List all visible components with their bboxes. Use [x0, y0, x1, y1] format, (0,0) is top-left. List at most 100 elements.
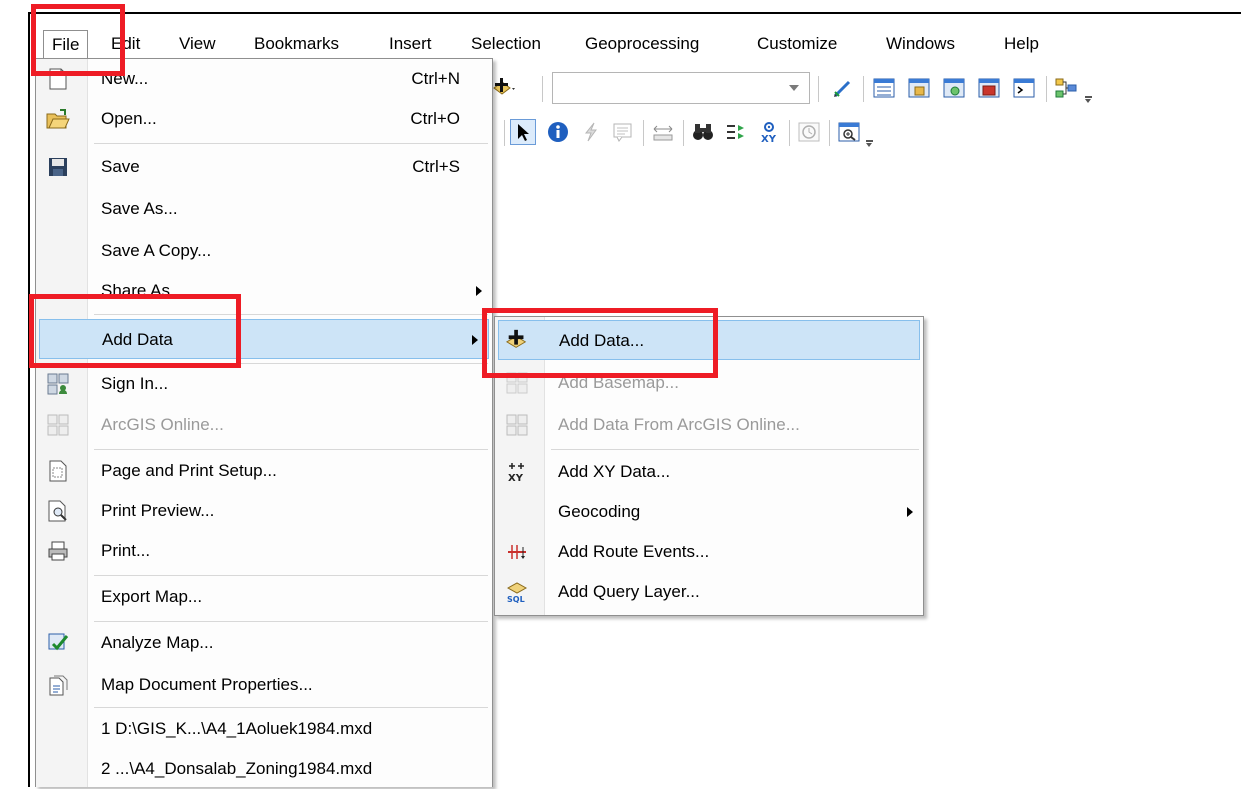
modelbuilder-icon[interactable]	[1053, 75, 1079, 101]
tools-toolbar: XY	[490, 114, 1241, 152]
toolbar-separator	[683, 120, 684, 146]
submenu-arrow-icon	[907, 507, 913, 517]
scale-combobox[interactable]	[552, 72, 810, 104]
menu-separator	[94, 575, 488, 576]
recent-file-1[interactable]: 1 D:\GIS_K...\A4_1Aoluek1984.mxd	[36, 709, 492, 749]
sql-query-icon: SQL	[505, 580, 529, 604]
chevron-down-icon[interactable]	[789, 85, 799, 91]
menu-separator	[551, 449, 919, 450]
menu-help[interactable]: Help	[996, 30, 1047, 58]
toolbar-separator	[542, 76, 543, 102]
select-elements-icon[interactable]	[510, 119, 536, 145]
menu-item-save-a-copy[interactable]: Save A Copy...	[36, 231, 492, 271]
file-menu: New... Ctrl+N Open... Ctrl+O Save Ctrl+S…	[35, 58, 493, 787]
table-of-contents-icon[interactable]	[871, 75, 897, 101]
submenu-item-add-query-layer[interactable]: SQL Add Query Layer...	[495, 572, 923, 612]
menu-item-print-preview[interactable]: Print Preview...	[36, 491, 492, 531]
page-setup-icon	[46, 459, 70, 483]
menu-item-sign-in[interactable]: Sign In...	[36, 364, 492, 404]
menu-item-label: Add Query Layer...	[558, 582, 700, 601]
print-preview-icon	[46, 499, 70, 523]
menu-item-label: Export Map...	[101, 587, 203, 606]
menu-selection[interactable]: Selection	[463, 30, 549, 58]
window-left-edge	[28, 12, 30, 787]
callout-add-data	[29, 294, 241, 368]
time-slider-icon[interactable]	[796, 119, 822, 145]
open-folder-icon	[46, 107, 70, 131]
search-window-icon[interactable]	[941, 75, 967, 101]
menu-item-map-document-properties[interactable]: Map Document Properties...	[36, 665, 492, 705]
submenu-item-geocoding[interactable]: Geocoding	[495, 492, 923, 532]
printer-icon	[46, 539, 70, 563]
arcgis-online-icon	[46, 413, 70, 437]
toolbar-separator	[818, 76, 819, 102]
html-popup-icon[interactable]	[610, 119, 636, 145]
menu-item-label: 2 ...\A4_Donsalab_Zoning1984.mxd	[101, 759, 373, 778]
menu-item-page-and-print-setup[interactable]: Page and Print Setup...	[36, 451, 492, 491]
find-binoculars-icon[interactable]	[690, 119, 716, 145]
menu-item-label: Save	[101, 157, 140, 176]
measure-icon[interactable]	[650, 119, 676, 145]
menu-item-label: Save As...	[101, 199, 178, 218]
toolbar-separator	[863, 76, 864, 102]
route-events-icon	[505, 540, 529, 564]
menu-item-arcgis-online[interactable]: ArcGIS Online...	[36, 405, 492, 445]
document-properties-icon	[46, 673, 70, 697]
toolbar-overflow-icon[interactable]	[1084, 96, 1093, 104]
menu-item-label: Sign In...	[101, 374, 169, 393]
menu-item-open[interactable]: Open... Ctrl+O	[36, 99, 492, 139]
menu-windows[interactable]: Windows	[878, 30, 963, 58]
callout-file-menu	[31, 4, 125, 76]
menu-item-analyze-map[interactable]: Analyze Map...	[36, 623, 492, 663]
toolbar-area: XY	[490, 70, 1241, 160]
add-data-dropdown-icon[interactable]	[492, 75, 518, 101]
find-route-icon[interactable]	[723, 119, 749, 145]
menu-item-export-map[interactable]: Export Map...	[36, 577, 492, 617]
menu-item-label: 1 D:\GIS_K...\A4_1Aoluek1984.mxd	[101, 719, 373, 738]
go-to-xy-icon[interactable]: XY	[756, 119, 782, 145]
menu-item-label: Analyze Map...	[101, 633, 214, 652]
analyze-map-icon	[46, 631, 70, 655]
recent-file-2[interactable]: 2 ...\A4_Donsalab_Zoning1984.mxd	[36, 749, 492, 789]
submenu-item-add-data-from-arcgis-online[interactable]: Add Data From ArcGIS Online...	[495, 405, 923, 445]
menu-item-label: Add Data From ArcGIS Online...	[558, 415, 800, 434]
menu-item-save[interactable]: Save Ctrl+S	[36, 147, 492, 187]
submenu-arrow-icon	[472, 335, 478, 345]
callout-add-data-submenu-item	[482, 308, 718, 378]
svg-text:XY: XY	[761, 134, 777, 144]
identify-icon[interactable]	[545, 119, 571, 145]
shortcut-text: Ctrl+S	[412, 157, 460, 176]
submenu-item-add-xy-data[interactable]: XY Add XY Data...	[495, 452, 923, 492]
svg-text:SQL: SQL	[507, 595, 525, 604]
floppy-disk-icon	[46, 155, 70, 179]
menu-view[interactable]: View	[171, 30, 224, 58]
sign-in-icon	[46, 372, 70, 396]
editor-toolbar-icon[interactable]	[830, 75, 856, 101]
menu-item-print[interactable]: Print...	[36, 531, 492, 571]
toolbar-separator	[789, 120, 790, 146]
xy-data-icon: XY	[505, 460, 529, 484]
menu-insert[interactable]: Insert	[381, 30, 440, 58]
menu-item-label: Print...	[101, 541, 151, 560]
hyperlink-icon[interactable]	[578, 119, 604, 145]
create-viewer-window-icon[interactable]	[836, 119, 862, 145]
submenu-arrow-icon	[476, 286, 482, 296]
menu-item-label: Print Preview...	[101, 501, 215, 520]
menu-separator	[94, 621, 488, 622]
toolbar-separator	[829, 120, 830, 146]
toolbar-separator	[1046, 76, 1047, 102]
catalog-window-icon[interactable]	[906, 75, 932, 101]
menu-bookmarks[interactable]: Bookmarks	[246, 30, 347, 58]
shortcut-text: Ctrl+N	[411, 69, 460, 88]
arctoolbox-icon[interactable]	[976, 75, 1002, 101]
menu-customize[interactable]: Customize	[749, 30, 845, 58]
menu-separator	[94, 707, 488, 708]
toolbar-overflow-icon[interactable]	[865, 140, 874, 148]
python-window-icon[interactable]	[1011, 75, 1037, 101]
submenu-item-add-route-events[interactable]: Add Route Events...	[495, 532, 923, 572]
menu-geoprocessing[interactable]: Geoprocessing	[577, 30, 707, 58]
menu-item-label: Map Document Properties...	[101, 675, 313, 694]
menu-item-save-as[interactable]: Save As...	[36, 189, 492, 229]
menu-item-label: Add Route Events...	[558, 542, 710, 561]
menu-separator	[94, 449, 488, 450]
